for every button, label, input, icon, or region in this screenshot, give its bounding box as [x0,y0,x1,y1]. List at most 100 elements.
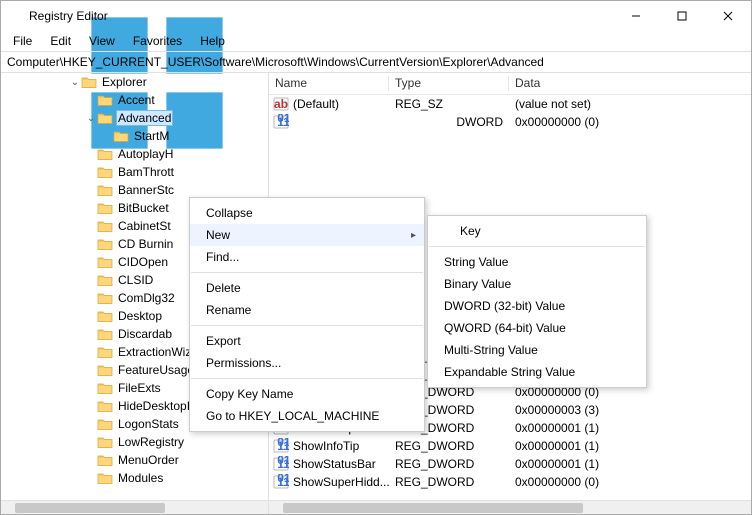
menu-help[interactable]: Help [192,32,233,50]
expand-icon[interactable]: ⌄ [69,77,81,88]
tree-node[interactable]: ⌄ Advanced [1,109,217,127]
folder-icon [97,417,113,431]
maximize-button[interactable] [659,1,705,31]
ctx-item-go-to-hkey-local-machine[interactable]: Go to HKEY_LOCAL_MACHINE [190,405,424,427]
close-button[interactable] [705,1,751,31]
ctx-item-copy-key-name[interactable]: Copy Key Name [190,383,424,405]
folder-icon [97,165,113,179]
tree-label: LowRegistry [116,434,186,450]
dword-value-icon [273,456,289,472]
ctx-item-key[interactable]: Key [428,220,646,242]
col-data[interactable]: Data [509,73,751,94]
menu-separator [191,378,423,379]
tree-label: Discardab [116,326,174,342]
ctx-item-find-[interactable]: Find... [190,246,424,268]
tree-node[interactable]: MenuOrder [1,451,217,469]
ctx-item-rename[interactable]: Rename [190,299,424,321]
tree-context-menu: CollapseNew▸Find... DeleteRename ExportPer… [189,197,425,432]
tree-hscroll[interactable] [1,500,268,514]
tree-node[interactable]: StartM [1,127,217,145]
tree-node[interactable]: Discardab [1,325,217,343]
folder-icon [97,363,113,377]
tree-node[interactable]: BannerStc [1,181,217,199]
folder-icon [97,471,113,485]
ctx-item-new[interactable]: New▸ [190,224,424,246]
ctx-item-multi-string-value[interactable]: Multi-String Value [428,339,646,361]
ctx-item-qword-64-bit-value[interactable]: QWORD (64-bit) Value [428,317,646,339]
ctx-item-string-value[interactable]: String Value [428,251,646,273]
value-data: 0x00000001 (1) [509,421,751,435]
tree-node[interactable]: LowRegistry [1,433,217,451]
list-row[interactable]: ShowSuperHidd...REG_DWORD0x00000000 (0) [269,473,751,491]
tree-node[interactable]: ExtractionWizard [1,343,217,361]
tree-label: CIDOpen [116,254,170,270]
menu-separator [429,246,645,247]
ctx-item-permissions-[interactable]: Permissions... [190,352,424,374]
value-name: ShowSuperHidd... [293,475,389,489]
ctx-item-export[interactable]: Export [190,330,424,352]
menu-favorites[interactable]: Favorites [125,32,190,50]
folder-icon [97,219,113,233]
tree-node[interactable]: BamThrott [1,163,217,181]
value-data: 0x00000003 (3) [509,403,751,417]
tree-label: StartM [132,128,171,144]
tree-node[interactable]: HideDesktopIcons [1,397,217,415]
window-title: Registry Editor [29,9,613,23]
list-row[interactable]: ShowStatusBar REG_DWORD0x00000001 (1) [269,455,751,473]
tree-node[interactable]: CD Burnin [1,235,217,253]
tree-label: Modules [116,470,165,486]
address-bar[interactable]: Computer\HKEY_CURRENT_USER\Software\Micr… [1,51,751,73]
tree-label: BitBucket [116,200,171,216]
list-row[interactable]: (Default)REG_SZ(value not set) [269,95,751,113]
ctx-item-binary-value[interactable]: Binary Value [428,273,646,295]
col-type[interactable]: Type [389,73,509,94]
list-hscroll[interactable] [269,500,751,514]
tree-label: Advanced [116,110,173,126]
list-header[interactable]: Name Type Data [269,73,751,95]
tree-node[interactable]: AutoplayH [1,145,217,163]
tree-node[interactable]: CabinetSt [1,217,217,235]
tree-node[interactable]: LogonStats [1,415,217,433]
value-data: 0x00000001 (1) [509,457,751,471]
expand-icon[interactable]: ⌄ [85,113,97,124]
value-name: ShowStatusBar [293,457,376,471]
ctx-item-collapse[interactable]: Collapse [190,202,424,224]
value-type: REG_SZ [389,97,509,111]
col-name[interactable]: Name [269,73,389,94]
string-value-icon [273,96,289,112]
tree-label: LogonStats [116,416,181,432]
list-row[interactable]: DWORD0x00000000 (0) [269,113,751,131]
value-type: REG_DWORD [389,457,509,471]
folder-icon [113,129,129,143]
minimize-button[interactable] [613,1,659,31]
tree-node[interactable]: BitBucket [1,199,217,217]
folder-icon [97,201,113,215]
menu-file[interactable]: File [5,32,40,50]
list-row[interactable]: ShowInfoTipREG_DWORD0x00000001 (1) [269,437,751,455]
dword-value-icon [273,438,289,454]
tree-node[interactable]: CLSID [1,271,217,289]
folder-icon [97,255,113,269]
ctx-item-expandable-string-value[interactable]: Expandable String Value [428,361,646,383]
tree-node[interactable]: ComDlg32 [1,289,217,307]
menubar: FileEditViewFavoritesHelp [1,31,751,51]
tree-node[interactable]: FeatureUsage [1,361,217,379]
tree-node[interactable]: Accent [1,91,217,109]
folder-icon [97,147,113,161]
tree-node[interactable]: ⌄ Explorer [1,73,217,91]
menu-edit[interactable]: Edit [42,32,79,50]
tree-label: CLSID [116,272,155,288]
tree-node[interactable]: Modules [1,469,217,487]
menu-view[interactable]: View [81,32,123,50]
tree-node[interactable]: Desktop [1,307,217,325]
tree-label: Explorer [100,74,149,90]
value-data: (value not set) [509,97,751,111]
folder-icon [97,273,113,287]
tree-label: Accent [116,92,157,108]
ctx-item-delete[interactable]: Delete [190,277,424,299]
tree-node[interactable]: CIDOpen [1,253,217,271]
ctx-item-dword-32-bit-value[interactable]: DWORD (32-bit) Value [428,295,646,317]
value-type: DWORD [389,115,509,129]
folder-icon [81,75,97,89]
tree-node[interactable]: FileExts [1,379,217,397]
